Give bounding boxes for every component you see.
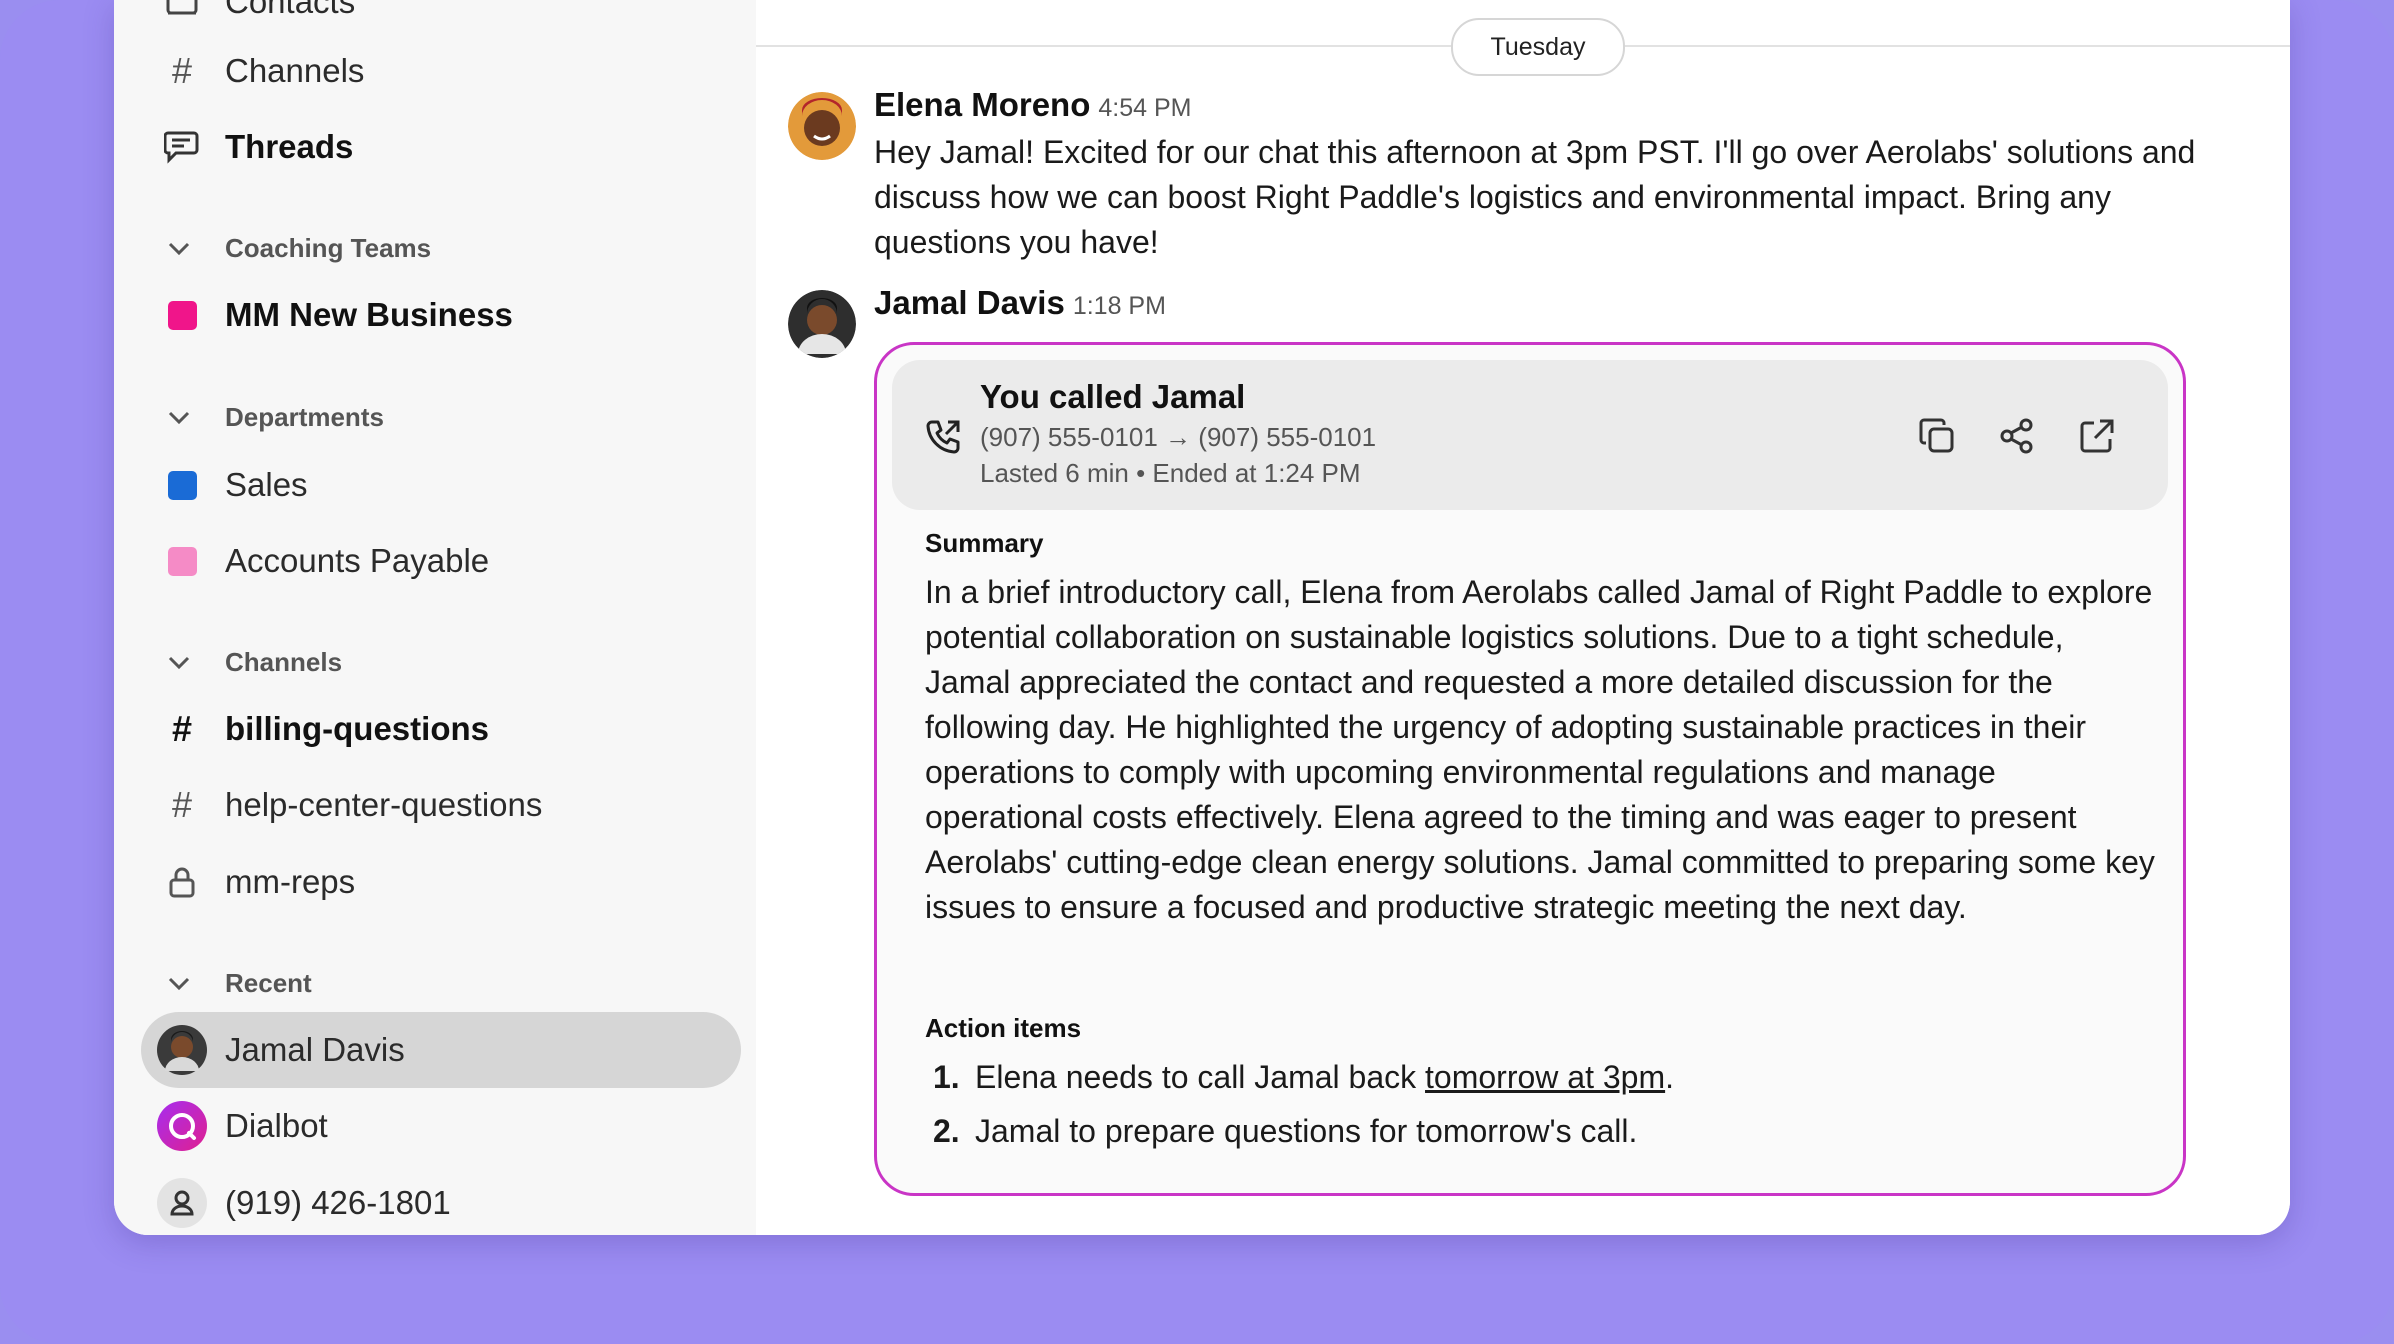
conversation-pane: Tuesday Elena Moreno 4:54 PM Hey Jamal! E… xyxy=(756,0,2290,1235)
sidebar-item-label: (919) 426-1801 xyxy=(225,1184,451,1221)
call-numbers: (907) 555-0101 → (907) 555-0101 xyxy=(980,422,1376,453)
section-title: Departments xyxy=(225,401,384,432)
message-author[interactable]: Jamal Davis xyxy=(874,284,1065,321)
chevron-down-icon xyxy=(166,650,192,681)
message-time: 1:18 PM xyxy=(1072,292,1166,320)
person-icon xyxy=(157,1178,207,1228)
contacts-icon xyxy=(164,0,200,20)
team-color-swatch xyxy=(164,297,200,333)
date-link[interactable]: tomorrow at 3pm xyxy=(1425,1059,1665,1095)
sidebar-item-label: help-center-questions xyxy=(225,786,543,823)
action-items-heading: Action items xyxy=(925,1013,1082,1043)
sidebar-item-label: Contacts xyxy=(225,0,356,20)
to-number: (907) 555-0101 xyxy=(1198,422,1377,452)
call-summary-card: You called Jamal (907) 555-0101 → (907) … xyxy=(874,342,2186,1196)
item-text: Jamal to prepare questions for tomorrow'… xyxy=(975,1113,1638,1149)
sidebar-item-label: mm-reps xyxy=(225,863,356,900)
sidebar-item-label: billing-questions xyxy=(225,710,489,747)
item-text: Elena needs to call Jamal back xyxy=(975,1059,1426,1095)
chevron-down-icon xyxy=(166,236,192,267)
message-author[interactable]: Elena Moreno xyxy=(874,86,1090,123)
lock-icon xyxy=(164,864,200,900)
summary-heading: Summary xyxy=(925,528,1044,558)
hash-icon: # xyxy=(171,50,193,91)
hash-icon: # xyxy=(171,708,193,749)
call-title: You called Jamal xyxy=(980,378,1246,415)
app-frame: Contacts # Channels Threads Coaching Tea… xyxy=(0,0,2394,1344)
sidebar-item-label: Dialbot xyxy=(225,1107,328,1144)
action-items-list: 1. Elena needs to call Jamal back tomorro… xyxy=(925,1050,2155,1158)
date-divider: Tuesday xyxy=(1451,18,1625,76)
sidebar-item-label: Channels xyxy=(225,52,365,89)
list-item: 1. Elena needs to call Jamal back tomorro… xyxy=(925,1050,2155,1104)
avatar xyxy=(788,290,856,358)
item-number: 2. xyxy=(933,1113,960,1149)
section-title: Channels xyxy=(225,646,343,677)
avatar xyxy=(157,1025,207,1075)
list-item: 2. Jamal to prepare questions for tomorro… xyxy=(925,1104,2155,1158)
sidebar-item-label: Accounts Payable xyxy=(225,542,490,579)
message-text: Hey Jamal! Excited for our chat this aft… xyxy=(874,134,2196,260)
share-icon[interactable] xyxy=(1996,415,2038,457)
item-text-end: . xyxy=(1665,1059,1674,1095)
department-color-swatch xyxy=(164,467,200,503)
summary-text: In a brief introductory call, Elena from… xyxy=(925,574,2155,925)
from-number: (907) 555-0101 xyxy=(980,422,1158,452)
department-color-swatch xyxy=(164,543,200,579)
message-header: Jamal Davis 1:18 PM xyxy=(874,284,1166,322)
sidebar-item-label: MM New Business xyxy=(225,296,513,333)
chevron-down-icon xyxy=(166,405,192,436)
outgoing-call-icon xyxy=(924,418,962,461)
section-title: Recent xyxy=(225,967,312,998)
open-external-icon[interactable] xyxy=(2076,415,2118,457)
sidebar: Contacts # Channels Threads Coaching Tea… xyxy=(114,0,758,1235)
call-meta: Lasted 6 min • Ended at 1:24 PM xyxy=(980,458,1361,488)
item-number: 1. xyxy=(933,1059,960,1095)
avatar xyxy=(788,92,856,160)
chevron-down-icon xyxy=(166,971,192,1002)
threads-icon xyxy=(164,129,200,165)
arrow-right-icon: → xyxy=(1165,422,1192,452)
message-header: Elena Moreno 4:54 PM xyxy=(874,86,1191,124)
sidebar-item-label: Threads xyxy=(225,128,354,165)
section-title: Coaching Teams xyxy=(225,232,432,263)
sidebar-item-label: Jamal Davis xyxy=(225,1031,405,1068)
app-window: Contacts # Channels Threads Coaching Tea… xyxy=(114,0,2290,1235)
copy-icon[interactable] xyxy=(1916,415,1958,457)
message-time: 4:54 PM xyxy=(1098,94,1192,122)
dialbot-icon xyxy=(157,1101,207,1151)
sidebar-item-label: Sales xyxy=(225,466,308,503)
call-info-box: You called Jamal (907) 555-0101 → (907) … xyxy=(892,360,2168,510)
hash-icon: # xyxy=(171,784,193,825)
